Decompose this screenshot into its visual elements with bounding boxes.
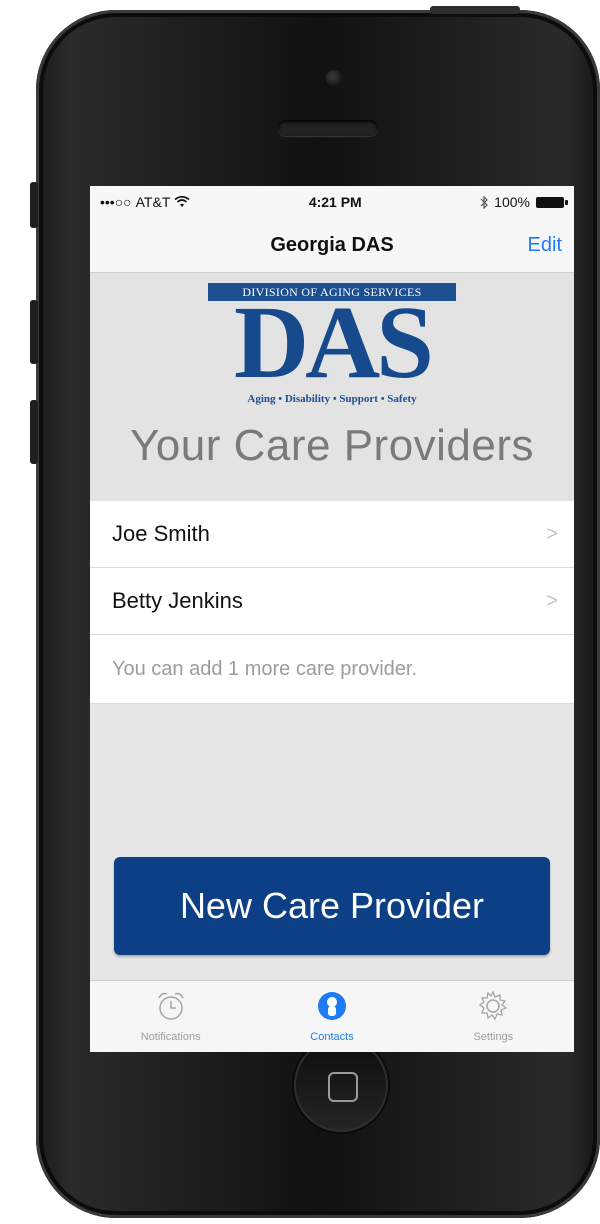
logo-tagline: Aging • Disability • Support • Safety <box>247 393 417 405</box>
status-time: 4:21 PM <box>308 194 362 210</box>
edit-button[interactable]: Edit <box>528 234 562 257</box>
contact-icon <box>313 987 351 1025</box>
tab-label: Notifications <box>140 1031 201 1043</box>
das-logo: DAS DIVISION OF AGING SERVICES Aging • D… <box>200 283 464 407</box>
provider-limit-note: You can add 1 more care provider. <box>90 635 574 704</box>
mute-switch <box>30 182 38 228</box>
navigation-bar: Georgia DAS Edit <box>90 218 574 273</box>
list-item[interactable]: Betty Jenkins > <box>90 568 574 635</box>
provider-name: Betty Jenkins <box>112 588 243 613</box>
front-camera <box>326 70 342 86</box>
volume-up-button <box>30 300 38 364</box>
tab-settings[interactable]: Settings <box>413 981 574 1052</box>
chevron-right-icon: > <box>546 522 558 545</box>
wifi-icon <box>174 196 190 207</box>
header-area: DAS DIVISION OF AGING SERVICES Aging • D… <box>90 273 574 501</box>
signal-strength: •••○○ <box>100 194 132 210</box>
tab-label: Settings <box>473 1031 514 1043</box>
battery-percentage: 100% <box>494 194 530 210</box>
chevron-right-icon: > <box>546 589 558 612</box>
list-item[interactable]: Joe Smith > <box>90 501 574 568</box>
battery-icon <box>535 196 568 208</box>
tab-label: Contacts <box>310 1031 354 1043</box>
tab-contacts[interactable]: Contacts <box>251 981 412 1052</box>
page-heading: Your Care Providers <box>129 421 535 470</box>
volume-down-button <box>30 400 38 464</box>
provider-name: Joe Smith <box>112 521 210 546</box>
gear-icon <box>474 987 512 1025</box>
home-square-icon <box>328 1072 358 1102</box>
alarm-clock-icon <box>152 987 190 1025</box>
nav-title: Georgia DAS <box>270 234 394 256</box>
earpiece-speaker <box>278 120 378 136</box>
status-bar: •••○○ AT&T 4:21 PM 100% <box>90 186 574 218</box>
carrier-name: AT&T <box>135 194 171 210</box>
app-screen: •••○○ AT&T 4:21 PM 100% Georgia DAS Edit… <box>90 186 574 1052</box>
logo-letters: DAS <box>233 285 434 400</box>
tab-bar: Notifications Contacts Settings <box>90 980 574 1052</box>
power-button <box>430 6 520 14</box>
new-care-provider-button[interactable]: New Care Provider <box>114 857 550 955</box>
bluetooth-icon <box>480 195 489 209</box>
care-provider-list: Joe Smith > Betty Jenkins > You can add … <box>90 501 574 704</box>
logo-banner: DIVISION OF AGING SERVICES <box>208 283 456 301</box>
home-button[interactable] <box>294 1038 388 1132</box>
tab-notifications[interactable]: Notifications <box>90 981 251 1052</box>
